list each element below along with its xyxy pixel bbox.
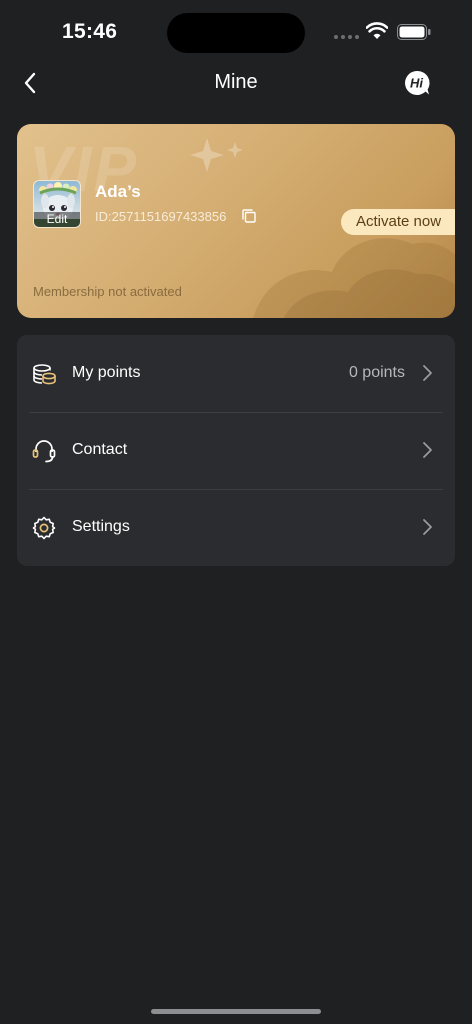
home-indicator[interactable] — [151, 1009, 321, 1014]
sparkle-icon — [190, 138, 243, 172]
menu-item-label: Settings — [72, 518, 130, 535]
status-bar: 15:46 — [0, 0, 472, 64]
dynamic-island — [167, 13, 305, 53]
headset-icon — [32, 440, 56, 463]
battery-icon — [397, 24, 431, 40]
avatar-edit-label: Edit — [34, 212, 80, 227]
chevron-left-icon — [24, 72, 36, 94]
status-time: 15:46 — [62, 20, 118, 43]
settings-gear-icon — [32, 516, 56, 540]
chevron-right-icon — [423, 365, 432, 381]
vip-membership-card: VIP Edit Ada’s ID:2571151697433856 Activ… — [17, 124, 455, 318]
user-id: ID:2571151697433856 — [95, 209, 227, 224]
activate-now-button[interactable]: Activate now — [341, 209, 455, 235]
svg-text:Hi: Hi — [410, 76, 423, 91]
menu-list: My points 0 points Contact Settings — [17, 335, 455, 566]
page-title: Mine — [214, 71, 258, 93]
user-name: Ada’s — [95, 182, 141, 201]
avatar[interactable]: Edit — [33, 180, 81, 228]
points-value: 0 points — [348, 364, 405, 381]
back-button[interactable] — [16, 68, 44, 98]
copy-icon[interactable] — [241, 208, 257, 224]
wifi-icon — [366, 22, 388, 39]
menu-item-label: My points — [72, 364, 141, 381]
chevron-right-icon — [423, 519, 432, 535]
menu-item-label: Contact — [72, 441, 128, 458]
chevron-right-icon — [423, 442, 432, 458]
menu-item-settings[interactable]: Settings — [17, 489, 455, 566]
hi-chat-icon[interactable]: Hi — [404, 70, 430, 96]
menu-item-contact[interactable]: Contact — [17, 412, 455, 489]
menu-item-my-points[interactable]: My points 0 points — [17, 335, 455, 412]
points-coins-icon — [33, 364, 56, 385]
membership-status: Membership not activated — [33, 284, 182, 299]
cellular-signal-icon — [334, 35, 359, 39]
